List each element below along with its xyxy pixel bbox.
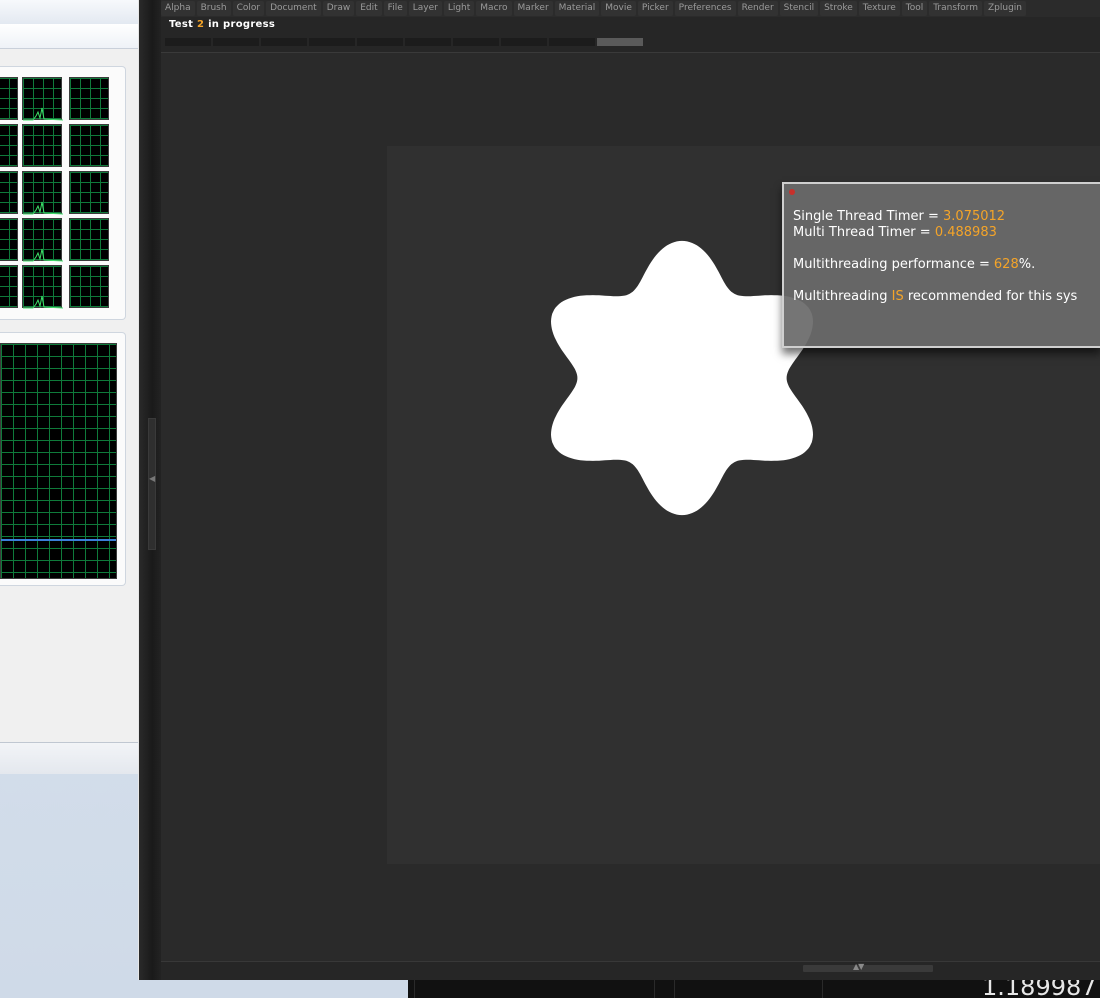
menu-layer[interactable]: Layer — [408, 1, 442, 16]
status-bar — [0, 742, 140, 774]
single-thread-line: Single Thread Timer = 3.075012 — [793, 209, 1005, 224]
zbrush-window: ◀ Alpha Brush Color Document Draw Edit File Lay… — [138, 0, 1100, 980]
progress-segment — [453, 38, 499, 46]
progress-segment — [261, 38, 307, 46]
menu-texture[interactable]: Texture — [858, 1, 900, 16]
taskbar-strip: 1.189987 — [408, 980, 1100, 998]
cpu-usage-trace — [23, 107, 63, 121]
menu-transform[interactable]: Transform — [929, 1, 982, 16]
single-thread-label: Single Thread Timer = — [793, 209, 939, 224]
progress-segment — [405, 38, 451, 46]
menu-zplugin[interactable]: Zplugin — [984, 1, 1027, 16]
progress-segment — [357, 38, 403, 46]
triangle-left-icon: ◀ — [149, 474, 156, 483]
menu-file[interactable]: File — [383, 1, 407, 16]
menu-material[interactable]: Material — [554, 1, 600, 16]
progress-segment — [213, 38, 259, 46]
menu-render[interactable]: Render — [737, 1, 778, 16]
benchmark-result-dialog: Single Thread Timer = 3.075012 Multi Thr… — [782, 182, 1100, 348]
menu-light[interactable]: Light — [443, 1, 475, 16]
cpu-core-graph — [0, 265, 18, 308]
menu-picker[interactable]: Picker — [637, 1, 673, 16]
cpu-core-graph — [69, 171, 109, 214]
left-shelf: ◀ — [139, 0, 161, 980]
test-status-text: Test 2 in progress — [169, 19, 275, 30]
multi-thread-label: Multi Thread Timer = — [793, 225, 931, 240]
cpu-usage-trace — [23, 295, 63, 309]
menu-draw[interactable]: Draw — [322, 1, 355, 16]
progress-segment — [165, 38, 211, 46]
menu-stencil[interactable]: Stencil — [779, 1, 819, 16]
menu-brush[interactable]: Brush — [196, 1, 231, 16]
cpu-core-graph — [0, 77, 18, 120]
cpu-core-graph — [22, 77, 63, 121]
recommendation-highlight: IS — [891, 289, 904, 304]
menu-tool[interactable]: Tool — [901, 1, 928, 16]
cpu-core-graph — [69, 77, 109, 120]
cpu-usage-trace — [23, 201, 63, 215]
status-test-number: 2 — [197, 19, 205, 30]
menu-color[interactable]: Color — [232, 1, 265, 16]
cpu-core-graph — [0, 218, 18, 261]
cpu-core-graph — [22, 124, 62, 167]
memory-usage-line — [1, 539, 116, 541]
tab-strip[interactable] — [0, 24, 140, 49]
status-suffix: in progress — [208, 19, 276, 30]
window-title-bar[interactable] — [0, 0, 140, 25]
multi-thread-line: Multi Thread Timer = 0.488983 — [793, 225, 997, 240]
progress-segment — [309, 38, 355, 46]
multi-thread-value: 0.488983 — [934, 225, 997, 240]
recommendation-prefix: Multithreading — [793, 289, 888, 304]
menu-stroke[interactable]: Stroke — [820, 1, 857, 16]
single-thread-value: 3.075012 — [943, 209, 1006, 224]
progress-segment — [597, 38, 643, 46]
memory-history-graph — [0, 343, 117, 579]
performance-value: 628 — [993, 257, 1019, 272]
progress-bar — [165, 38, 645, 46]
performance-suffix: %. — [1018, 257, 1036, 272]
taskbar-value: 1.189987 — [982, 980, 1097, 998]
menu-marker[interactable]: Marker — [513, 1, 553, 16]
menu-preferences[interactable]: Preferences — [674, 1, 736, 16]
cpu-core-graph — [22, 265, 63, 309]
memory-history-panel — [0, 332, 126, 586]
menu-bar: Alpha Brush Color Document Draw Edit File Layer… — [161, 0, 1100, 17]
performance-window — [0, 0, 140, 774]
progress-segment — [501, 38, 547, 46]
cpu-core-graph — [69, 218, 109, 261]
performance-label: Multithreading performance = — [793, 257, 990, 272]
cpu-history-panel — [0, 66, 126, 320]
menu-movie[interactable]: Movie — [601, 1, 636, 16]
bottom-shelf: ▲▼ — [161, 961, 1100, 980]
cpu-core-graph — [22, 218, 63, 262]
bottom-tray-handle[interactable]: ▲▼ — [803, 962, 933, 972]
triangle-up-down-icon: ▲▼ — [853, 962, 864, 971]
cpu-usage-trace — [23, 248, 63, 262]
progress-segment — [549, 38, 595, 46]
status-prefix: Test — [169, 19, 194, 30]
status-row: Test 2 in progress — [161, 17, 1100, 53]
cpu-core-graph — [0, 124, 18, 167]
recommendation-line: Multithreading IS recommended for this s… — [793, 289, 1077, 304]
cpu-core-graph — [0, 171, 18, 214]
close-icon[interactable] — [789, 189, 795, 195]
recommendation-suffix: recommended for this sys — [907, 289, 1078, 304]
cpu-core-graph — [69, 124, 109, 167]
menu-document[interactable]: Document — [266, 1, 321, 16]
menu-macro[interactable]: Macro — [476, 1, 512, 16]
cpu-core-graph — [22, 171, 63, 215]
canvas-viewport[interactable]: Single Thread Timer = 3.075012 Multi Thr… — [161, 53, 1100, 961]
cpu-core-graph — [69, 265, 109, 308]
menu-edit[interactable]: Edit — [356, 1, 382, 16]
left-tray-handle[interactable]: ◀ — [148, 418, 156, 550]
menu-alpha[interactable]: Alpha — [161, 1, 195, 16]
performance-line: Multithreading performance = 628%. — [793, 257, 1035, 272]
